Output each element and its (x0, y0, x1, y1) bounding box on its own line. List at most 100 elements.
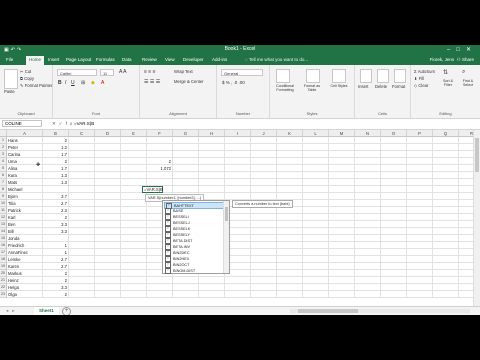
cell[interactable] (121, 284, 147, 291)
cell[interactable] (355, 277, 381, 284)
cell[interactable] (277, 165, 303, 172)
cell[interactable] (121, 228, 147, 235)
cell[interactable] (329, 256, 355, 263)
cell[interactable] (407, 193, 433, 200)
cell[interactable] (121, 158, 147, 165)
cell[interactable] (95, 144, 121, 151)
cell[interactable] (329, 263, 355, 270)
cell[interactable] (433, 228, 459, 235)
cell[interactable]: 1 (43, 242, 69, 249)
cell[interactable]: 2 (43, 158, 69, 165)
cell[interactable] (433, 172, 459, 179)
font-size-select[interactable]: 11 (100, 69, 114, 76)
cell[interactable]: 3.3 (43, 228, 69, 235)
window-controls[interactable]: –□✕ (447, 46, 477, 53)
cell[interactable] (95, 200, 121, 207)
row-header[interactable]: 15 (0, 235, 7, 242)
cell[interactable] (199, 186, 225, 193)
find-icon[interactable]: ⌕ (462, 69, 465, 76)
cell[interactable] (173, 165, 199, 172)
cell[interactable] (225, 179, 251, 186)
cell[interactable]: 2.7 (43, 263, 69, 270)
column-header[interactable]: M (329, 130, 355, 137)
cell[interactable] (329, 144, 355, 151)
cell[interactable] (277, 158, 303, 165)
cell[interactable]: 2 (43, 270, 69, 277)
cell[interactable] (433, 200, 459, 207)
cell[interactable] (329, 214, 355, 221)
cell[interactable] (173, 186, 199, 193)
column-header[interactable]: E (121, 130, 147, 137)
cell[interactable] (355, 291, 381, 298)
cell[interactable] (407, 158, 433, 165)
cell[interactable] (277, 256, 303, 263)
cell[interactable] (277, 291, 303, 298)
cell-styles-icon[interactable] (332, 69, 346, 83)
cell[interactable] (251, 228, 277, 235)
cell[interactable] (121, 256, 147, 263)
cell[interactable] (173, 172, 199, 179)
cell[interactable] (355, 221, 381, 228)
cell[interactable] (251, 284, 277, 291)
cell[interactable] (277, 144, 303, 151)
cell[interactable]: Tilia (7, 200, 43, 207)
cell[interactable] (329, 207, 355, 214)
cell[interactable] (407, 284, 433, 291)
cell[interactable] (303, 228, 329, 235)
cell[interactable] (251, 151, 277, 158)
cell[interactable] (277, 228, 303, 235)
tab-formulas[interactable]: Formulas (96, 57, 115, 62)
cell[interactable]: Bjorn (7, 193, 43, 200)
cell[interactable] (277, 284, 303, 291)
cell[interactable] (381, 228, 407, 235)
cell[interactable] (303, 242, 329, 249)
cell[interactable] (95, 179, 121, 186)
cell[interactable] (121, 144, 147, 151)
row-header[interactable]: 9 (0, 193, 7, 200)
cell[interactable] (303, 158, 329, 165)
format-table-icon[interactable] (306, 69, 320, 83)
minimize-icon[interactable]: – (447, 47, 456, 53)
cell[interactable] (225, 144, 251, 151)
cell[interactable] (329, 186, 355, 193)
cut-button[interactable]: ✂ Cut (20, 69, 31, 74)
cell[interactable]: Hans (7, 137, 43, 144)
cell[interactable] (121, 235, 147, 242)
row-header[interactable]: 14 (0, 228, 7, 235)
cell[interactable] (355, 256, 381, 263)
cell[interactable] (277, 207, 303, 214)
cell[interactable] (303, 165, 329, 172)
cell-styles-button[interactable]: Cell Styles (326, 84, 352, 88)
cell[interactable] (303, 263, 329, 270)
cell[interactable] (433, 137, 459, 144)
sort-filter-button[interactable]: Sort & Filter (439, 79, 457, 87)
cell[interactable] (199, 291, 225, 298)
row-header[interactable]: 18 (0, 256, 7, 263)
cell[interactable] (199, 284, 225, 291)
cell[interactable] (277, 221, 303, 228)
cell[interactable] (433, 256, 459, 263)
cell[interactable] (355, 214, 381, 221)
cell[interactable] (407, 235, 433, 242)
cell[interactable] (251, 193, 277, 200)
cell[interactable] (251, 249, 277, 256)
cell[interactable]: 2.3 (43, 207, 69, 214)
cell[interactable] (251, 291, 277, 298)
cell[interactable]: Helga (7, 284, 43, 291)
cell[interactable] (121, 193, 147, 200)
cell[interactable]: 1.2 (43, 144, 69, 151)
cell[interactable] (303, 256, 329, 263)
column-header[interactable]: F (147, 130, 173, 137)
column-header[interactable]: I (225, 130, 251, 137)
fill-button[interactable]: ⬇ Fill (414, 76, 424, 81)
cell[interactable] (225, 172, 251, 179)
cell[interactable] (407, 179, 433, 186)
cell[interactable] (433, 179, 459, 186)
cell[interactable] (69, 165, 95, 172)
cell[interactable] (95, 249, 121, 256)
column-header[interactable]: K (277, 130, 303, 137)
cell[interactable] (69, 242, 95, 249)
currency-icon[interactable]: $ % , .0 .00 (222, 80, 245, 85)
cell[interactable] (43, 235, 69, 242)
cell[interactable] (407, 151, 433, 158)
